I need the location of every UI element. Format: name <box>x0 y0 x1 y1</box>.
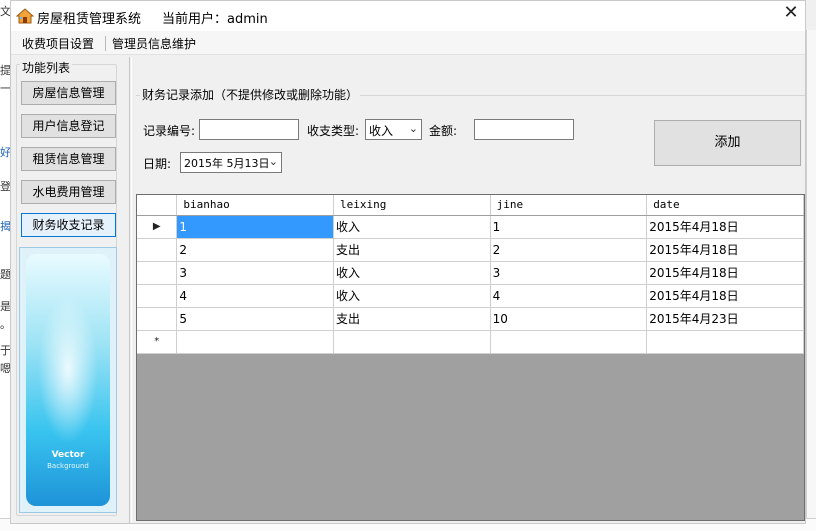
table-cell[interactable] <box>490 330 648 354</box>
user-info-button[interactable]: 用户信息登记 <box>21 114 116 138</box>
function-panel: 功能列表 房屋信息管理 用户信息登记 租赁信息管理 水电费用管理 财务收支记录 … <box>13 57 124 523</box>
table-cell[interactable]: 收入 <box>333 284 491 308</box>
row-header-corner <box>137 195 178 216</box>
add-button[interactable]: 添加 <box>654 120 801 166</box>
table-cell[interactable]: 10 <box>490 307 648 331</box>
vector-banner-image: Vector Background <box>19 247 117 513</box>
chevron-down-icon: ⌄ <box>408 122 418 135</box>
current-row-icon[interactable]: ▶ <box>137 215 178 239</box>
panel-divider[interactable] <box>129 57 132 523</box>
table-cell[interactable]: 1 <box>176 215 335 239</box>
menu-item-admin-maintenance[interactable]: 管理员信息维护 <box>112 35 196 52</box>
current-user-label: 当前用户：admin <box>162 12 268 27</box>
table-cell[interactable]: 2 <box>176 238 335 262</box>
new-row-marker-icon[interactable]: * <box>137 330 178 354</box>
record-no-label: 记录编号: <box>143 124 196 138</box>
table-cell[interactable]: 1 <box>490 215 648 239</box>
row-header[interactable] <box>137 307 178 331</box>
table-cell[interactable]: 2015年4月18日 <box>646 284 804 308</box>
table-row[interactable]: 5 支出 10 2015年4月23日 <box>137 307 804 331</box>
lease-info-button[interactable]: 租赁信息管理 <box>21 147 116 171</box>
row-header[interactable] <box>137 261 178 285</box>
banner-glow <box>38 294 98 444</box>
table-cell[interactable]: 2015年4月18日 <box>646 238 804 262</box>
record-no-input[interactable] <box>199 119 299 140</box>
amount-input[interactable] <box>474 119 574 140</box>
table-cell[interactable]: 2015年4月18日 <box>646 215 804 239</box>
utility-fee-button[interactable]: 水电费用管理 <box>21 180 116 204</box>
table-cell[interactable]: 支出 <box>333 307 491 331</box>
banner-card: Vector Background <box>26 254 110 506</box>
finance-record-button[interactable]: 财务收支记录 <box>21 213 116 237</box>
table-cell[interactable]: 2015年4月18日 <box>646 261 804 285</box>
table-row[interactable]: 3 收入 3 2015年4月18日 <box>137 261 804 285</box>
menu-separator <box>105 36 106 51</box>
table-cell[interactable]: 4 <box>176 284 335 308</box>
row-header[interactable] <box>137 238 178 262</box>
function-group-label: 功能列表 <box>20 59 73 76</box>
menu-item-fee-settings[interactable]: 收费项目设置 <box>22 35 94 52</box>
close-button[interactable]: ✕ <box>777 1 805 27</box>
column-header-date[interactable]: date <box>646 195 804 216</box>
date-picker-value: 2015年 5月13日 <box>184 157 270 170</box>
background-app-edge-right <box>806 30 816 531</box>
table-cell[interactable] <box>646 330 804 354</box>
table-cell[interactable]: 4 <box>490 284 648 308</box>
row-header[interactable] <box>137 284 178 308</box>
table-cell[interactable]: 2 <box>490 238 648 262</box>
title-bar: 房屋租赁管理系统 当前用户：admin ✕ <box>11 1 805 31</box>
close-icon: ✕ <box>783 2 799 23</box>
house-icon <box>16 8 34 24</box>
banner-title: Vector <box>51 450 85 460</box>
table-row[interactable]: ▶ 1 收入 1 2015年4月18日 <box>137 215 804 239</box>
records-grid[interactable]: bianhao leixing jine date ▶ 1 收入 1 2015年… <box>136 194 805 521</box>
amount-label: 金额: <box>429 124 458 138</box>
chevron-down-icon: ⌄ <box>268 155 278 168</box>
main-window: 房屋租赁管理系统 当前用户：admin ✕ 收费项目设置 管理员信息维护 功能列… <box>10 0 806 524</box>
app-title: 房屋租赁管理系统 <box>37 12 142 27</box>
date-picker[interactable]: 2015年 5月13日 ⌄ <box>180 152 282 173</box>
finance-panel: 财务记录添加（不提供修改或删除功能） 记录编号: 收支类型: 收入 ⌄ 金额: … <box>136 57 805 523</box>
table-cell[interactable]: 3 <box>176 261 335 285</box>
table-cell[interactable]: 2015年4月23日 <box>646 307 804 331</box>
column-header-jine[interactable]: jine <box>490 195 648 216</box>
banner-subtitle: Background <box>47 462 89 470</box>
header-row: bianhao leixing jine date <box>137 195 804 216</box>
table-cell[interactable] <box>333 330 491 354</box>
table-cell[interactable]: 支出 <box>333 238 491 262</box>
type-label: 收支类型: <box>307 124 360 138</box>
table-cell[interactable]: 5 <box>176 307 335 331</box>
new-row[interactable]: * <box>137 330 804 354</box>
column-header-bianhao[interactable]: bianhao <box>176 195 335 216</box>
type-select[interactable]: 收入 ⌄ <box>365 119 422 140</box>
table-cell[interactable]: 收入 <box>333 215 491 239</box>
column-header-leixing[interactable]: leixing <box>333 195 491 216</box>
records-table: bianhao leixing jine date ▶ 1 收入 1 2015年… <box>137 195 804 354</box>
date-label: 日期: <box>143 157 172 171</box>
table-row[interactable]: 2 支出 2 2015年4月18日 <box>137 238 804 262</box>
table-cell[interactable]: 收入 <box>333 261 491 285</box>
table-cell[interactable] <box>176 330 335 354</box>
house-info-button[interactable]: 房屋信息管理 <box>21 81 116 105</box>
table-cell[interactable]: 3 <box>490 261 648 285</box>
menu-bar: 收费项目设置 管理员信息维护 <box>11 31 805 55</box>
type-select-value: 收入 <box>369 124 394 138</box>
table-row[interactable]: 4 收入 4 2015年4月18日 <box>137 284 804 308</box>
add-record-legend: 财务记录添加（不提供修改或删除功能） <box>140 86 361 103</box>
